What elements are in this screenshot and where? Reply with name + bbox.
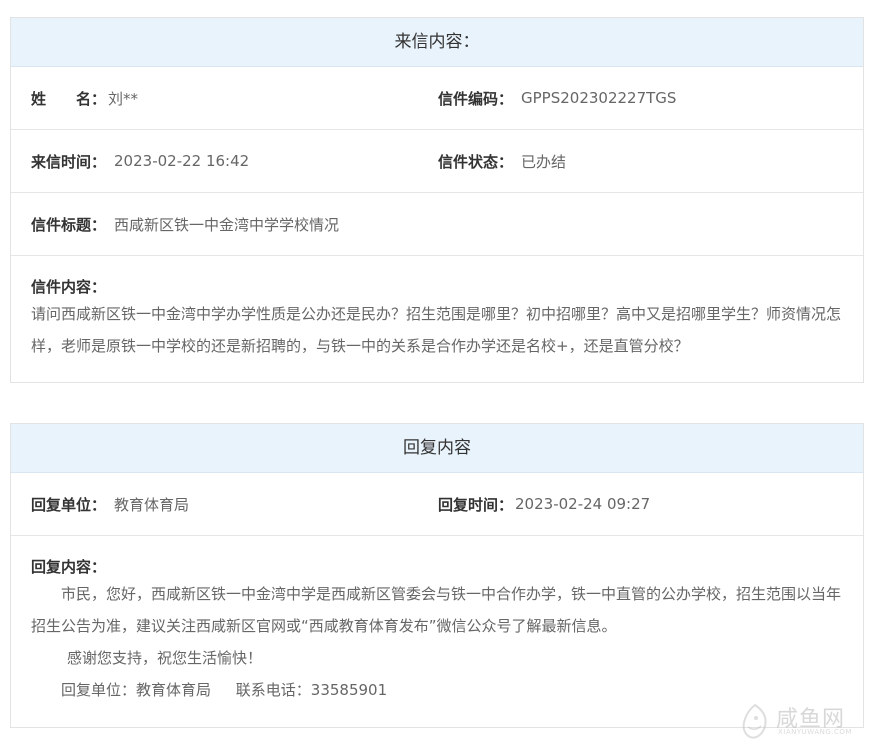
letter-title-label: 信件标题： (31, 215, 107, 234)
reply-time-label: 回复时间： (438, 495, 514, 514)
reply-signature: 回复单位：教育体育局 联系电话：33585901 (31, 674, 843, 706)
reply-row-unit-time: 回复单位： 教育体育局 回复时间： 2023-02-24 09:27 (11, 473, 863, 536)
status-label: 信件状态： (438, 152, 514, 171)
reply-content-block: 回复内容： 市民，您好，西咸新区铁一中金湾中学是西咸新区管委会与铁一中合作办学，… (11, 536, 863, 720)
reply-paragraph-1: 市民，您好，西咸新区铁一中金湾中学是西咸新区管委会与铁一中合作办学，铁一中直管的… (31, 585, 842, 635)
reply-panel-header: 回复内容 (11, 424, 863, 473)
letter-panel-header: 来信内容： (11, 18, 863, 67)
name-cell: 姓 名： 刘** (31, 88, 438, 109)
reply-paragraph-2: 感谢您支持，祝您生活愉快！ (67, 649, 263, 667)
code-cell: 信件编码： GPPS202302227TGS (438, 88, 845, 109)
reply-sign-unit: 回复单位：教育体育局 (61, 681, 212, 699)
watermark-subtext: XIANYUWANG.COM (778, 728, 852, 736)
reply-unit-value: 教育体育局 (114, 495, 190, 514)
letter-time-value: 2023-02-22 16:42 (114, 152, 250, 170)
reply-sign-phone: 联系电话：33585901 (235, 681, 388, 699)
letter-title-value: 西咸新区铁一中金湾中学学校情况 (114, 215, 340, 234)
letter-content-text: 请问西咸新区铁一中金湾中学办学性质是公办还是民办？招生范围是哪里？初中招哪里？高… (31, 305, 842, 355)
reply-unit-cell: 回复单位： 教育体育局 (31, 494, 438, 515)
watermark: 咸鱼网 XIANYUWANG.COM (738, 701, 868, 743)
code-value: GPPS202302227TGS (521, 89, 677, 107)
letter-row-name-code: 姓 名： 刘** 信件编码： GPPS202302227TGS (11, 67, 863, 130)
reply-time-cell: 回复时间： 2023-02-24 09:27 (438, 494, 845, 515)
reply-content-label: 回复内容： (31, 558, 107, 576)
reply-unit-label: 回复单位： (31, 495, 107, 514)
code-label: 信件编码： (438, 89, 514, 108)
status-cell: 信件状态： 已办结 (438, 151, 845, 172)
name-label: 姓 名： (31, 89, 107, 108)
reply-panel: 回复内容 回复单位： 教育体育局 回复时间： 2023-02-24 09:27 … (10, 423, 864, 728)
reply-time-value: 2023-02-24 09:27 (515, 495, 651, 513)
letter-content-label: 信件内容： (31, 278, 107, 296)
letter-row-title: 信件标题： 西咸新区铁一中金湾中学学校情况 (11, 193, 863, 256)
name-value: 刘** (108, 89, 139, 108)
letter-time-cell: 来信时间： 2023-02-22 16:42 (31, 151, 438, 172)
fish-logo-icon (742, 703, 767, 739)
letter-content-block: 信件内容： 请问西咸新区铁一中金湾中学办学性质是公办还是民办？招生范围是哪里？初… (11, 256, 863, 376)
letter-row-time-status: 来信时间： 2023-02-22 16:42 信件状态： 已办结 (11, 130, 863, 193)
status-value: 已办结 (521, 152, 567, 171)
letter-time-label: 来信时间： (31, 152, 107, 171)
letter-panel: 来信内容： 姓 名： 刘** 信件编码： GPPS202302227TGS 来信… (10, 17, 864, 383)
